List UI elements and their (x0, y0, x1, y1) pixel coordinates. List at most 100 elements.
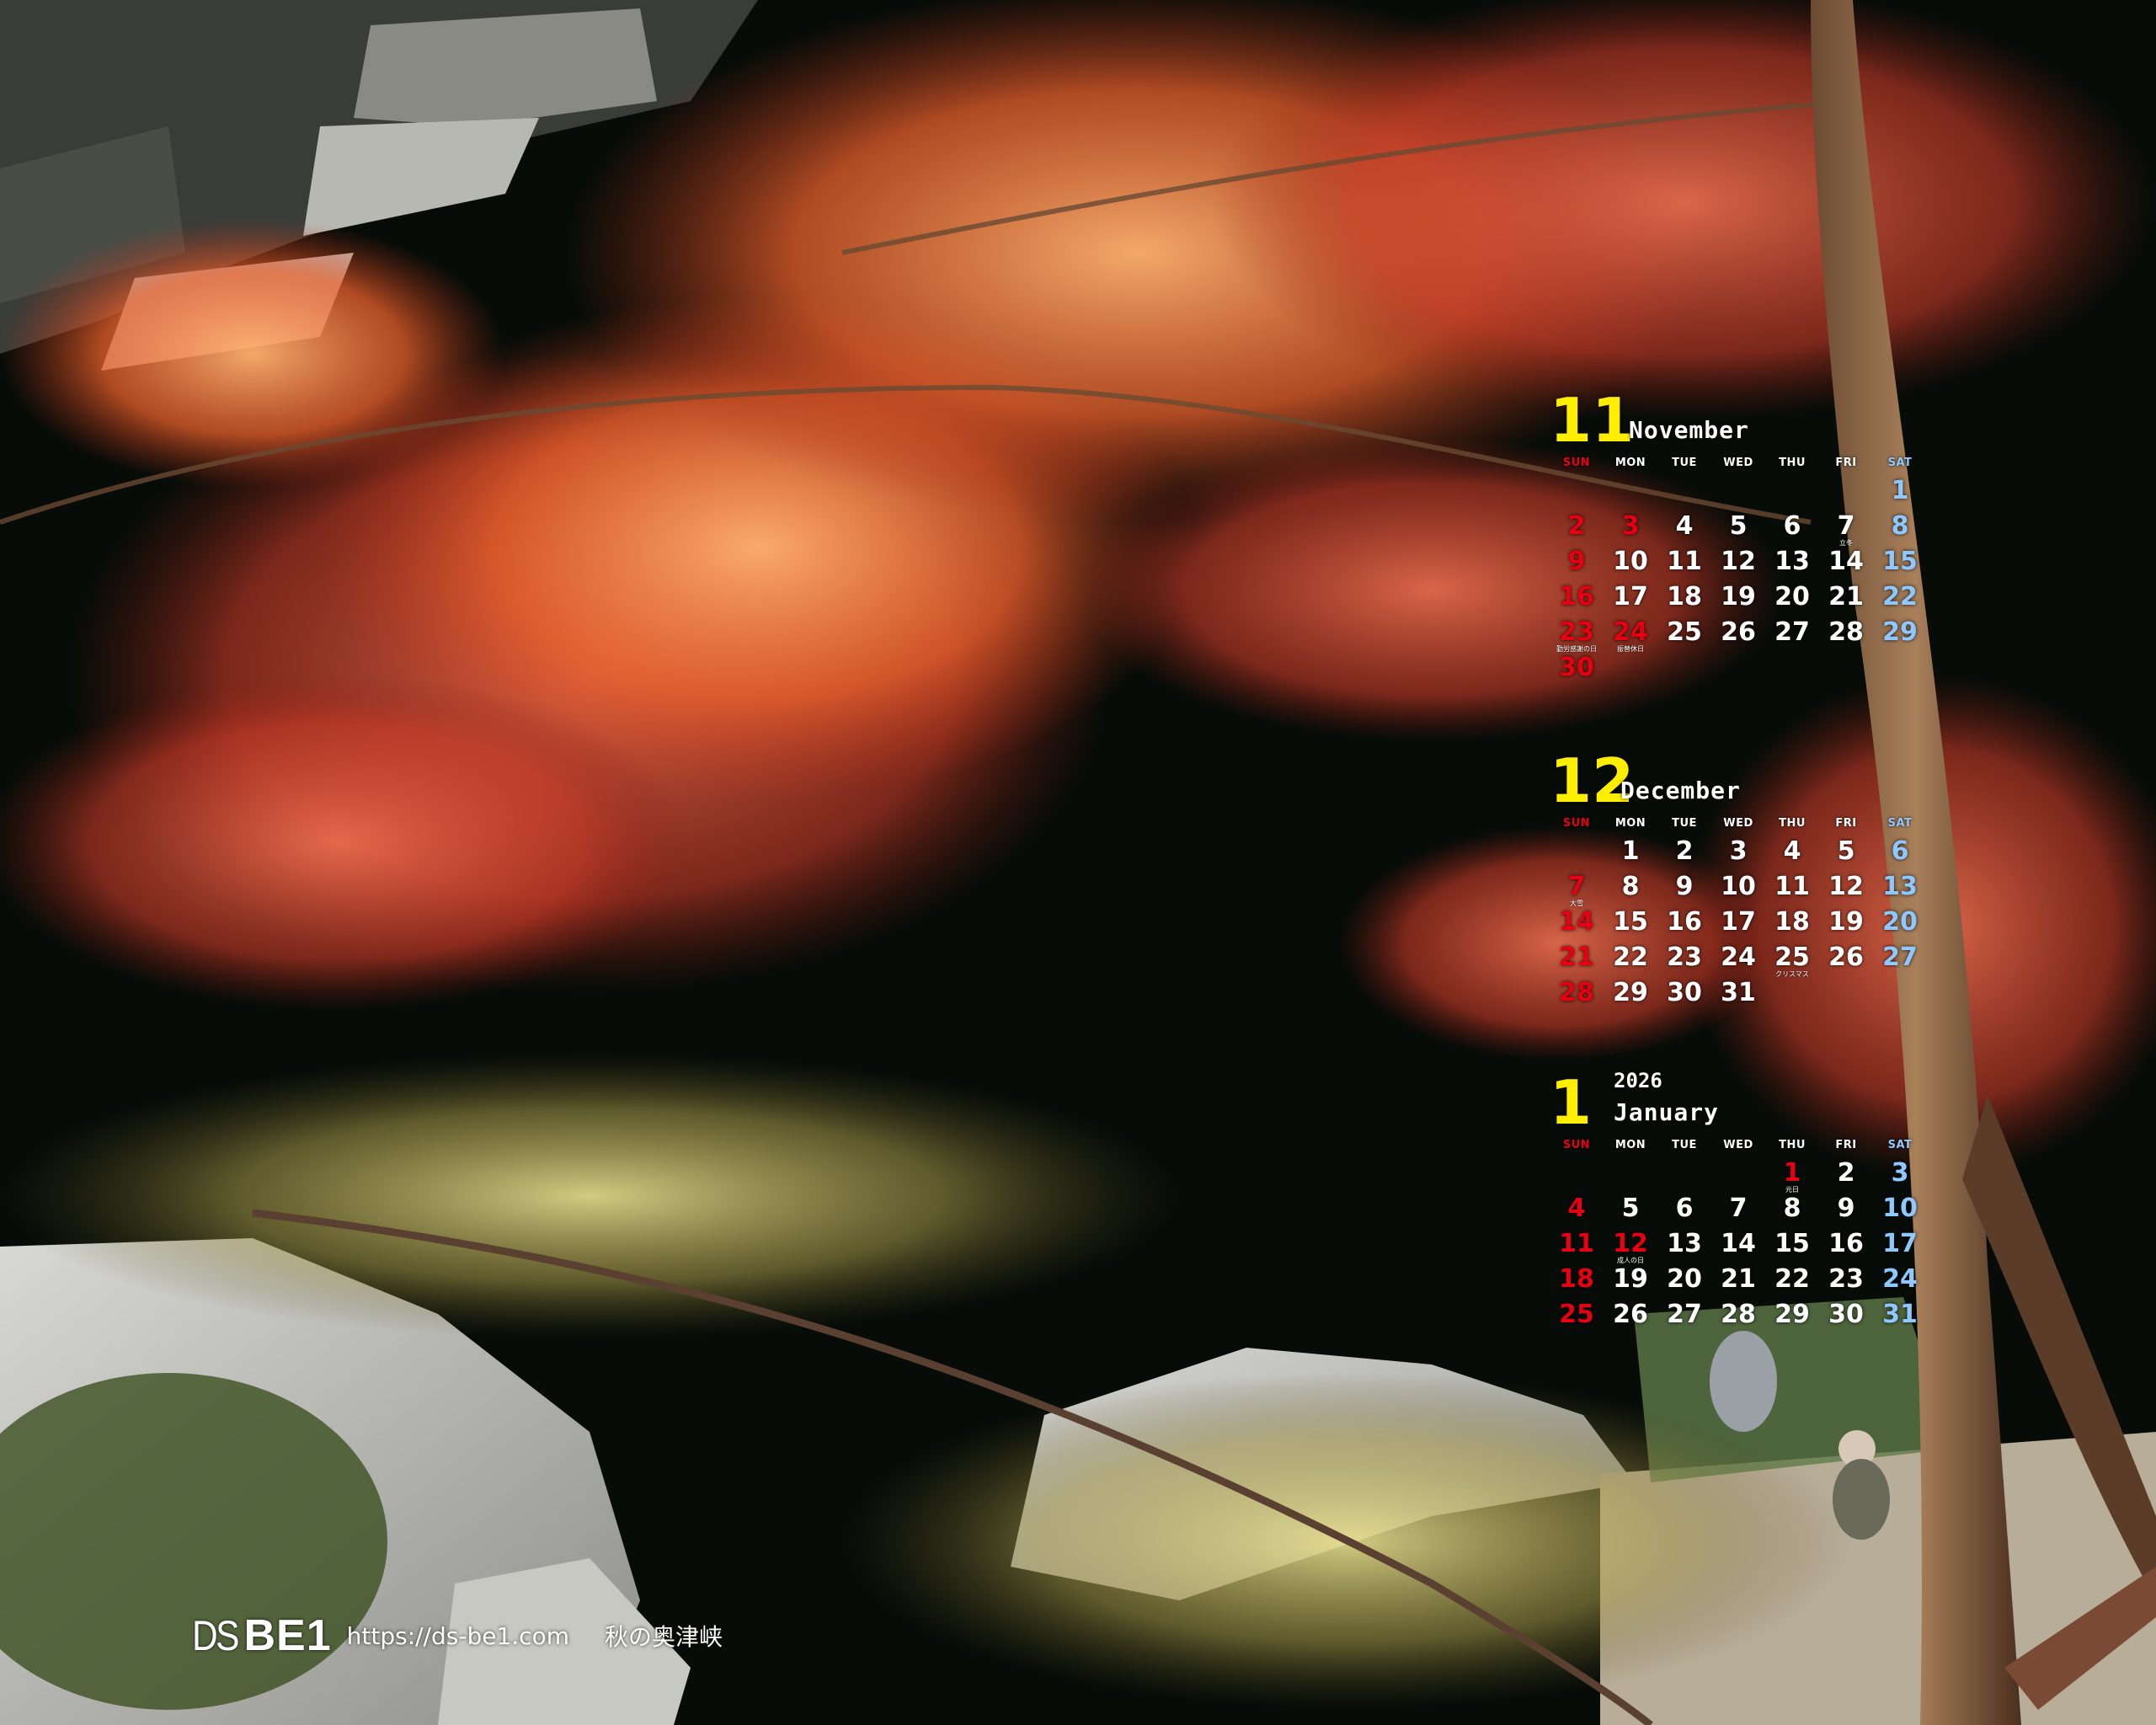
calendar-day: 18 (1559, 1264, 1594, 1294)
weekday-label: SAT (1887, 457, 1913, 469)
weekday-label: FRI (1835, 1139, 1857, 1151)
calendar-day: 21 (1559, 943, 1594, 972)
calendar-day: 25 クリスマス (1765, 943, 1819, 978)
calendar-day: 27 (1882, 943, 1918, 972)
calendar-day: 15 (1774, 1229, 1810, 1258)
day-note: 立冬 (1839, 539, 1853, 547)
calendar-day: 6 (1675, 1194, 1694, 1223)
calendar-day: 30 (1667, 978, 1702, 1007)
calendar-day: 19 (1828, 907, 1864, 937)
calendar-day: 9 (1837, 1194, 1855, 1223)
day-note: 元日 (1785, 1186, 1799, 1194)
day-note: 勤労感謝の日 (1556, 645, 1597, 653)
empty-day (1550, 1158, 1604, 1194)
calendar-day: 15 (1613, 907, 1648, 937)
calendar-day: 10 (1721, 872, 1756, 901)
empty-day (1819, 476, 1873, 511)
weekday-label: FRI (1835, 817, 1857, 830)
weekday-label: TUE (1672, 457, 1697, 469)
month-name: December (1620, 777, 1741, 804)
site-url: https://ds-be1.com (346, 1621, 569, 1650)
calendar-day: 7 立冬 (1819, 511, 1873, 547)
empty-day (1604, 1158, 1657, 1194)
weekday-label: TUE (1672, 1139, 1697, 1151)
month-name: November (1629, 416, 1749, 444)
calendar-day: 3 (1621, 511, 1640, 541)
calendar-day: 29 (1882, 617, 1918, 647)
brand-be1: BE1 (243, 1611, 332, 1660)
calendar-day: 19 (1721, 582, 1756, 611)
calendar-day: 7 大雪 (1550, 872, 1604, 907)
weekday-label: MON (1614, 1139, 1646, 1151)
calendar-day: 24 振替休日 (1604, 617, 1657, 653)
calendar-day: 11 (1667, 547, 1702, 576)
day-note: 成人の日 (1617, 1257, 1644, 1264)
empty-day (1657, 476, 1711, 511)
calendar-day: 4 (1675, 511, 1694, 541)
day-note: 大雪 (1570, 900, 1583, 907)
calendar-day: 30 (1828, 1300, 1864, 1329)
calendar-day: 8 (1783, 1194, 1801, 1223)
calendar-day: 21 (1721, 1264, 1756, 1294)
calendar-november: 11 November SUN MON TUE WED THU FRI SAT 1 2 3 4 5 6 7… (1550, 371, 1920, 688)
calendar-day: 12 (1828, 872, 1864, 901)
empty-day (1550, 836, 1604, 872)
calendar-day: 31 (1721, 978, 1756, 1007)
weekday-label: WED (1723, 457, 1753, 469)
calendar-day: 23 勤労感謝の日 (1550, 617, 1604, 653)
weekday-label: THU (1779, 817, 1806, 830)
calendar-day: 28 (1559, 978, 1594, 1007)
calendar-day: 4 (1567, 1194, 1586, 1223)
calendar-grid: SUN MON TUE WED THU FRI SAT 1 2 3 4 5 6 7 大雪 8 9 10 11 12 13… (1550, 811, 1920, 1013)
calendar-day: 11 (1559, 1229, 1594, 1258)
calendar-day: 1 元日 (1765, 1158, 1819, 1194)
calendar-day: 29 (1613, 978, 1648, 1007)
calendar-day: 26 (1828, 943, 1864, 972)
calendar-day: 11 (1774, 872, 1810, 901)
brand-ds: DS (192, 1612, 240, 1659)
calendar-day: 9 (1675, 872, 1694, 901)
calendar-header: 1 2026 January (1550, 1053, 1920, 1133)
empty-day (1711, 1158, 1765, 1194)
weekday-label: TUE (1672, 817, 1697, 830)
calendar-day: 14 (1559, 907, 1594, 937)
calendar-day: 5 (1621, 1194, 1640, 1223)
weekday-label: WED (1723, 817, 1753, 830)
calendar-day: 22 (1613, 943, 1648, 972)
calendar-day: 20 (1774, 582, 1810, 611)
calendar-day: 19 (1613, 1264, 1648, 1294)
calendar-day: 5 (1729, 511, 1748, 541)
calendar-day: 12 成人の日 (1604, 1229, 1657, 1264)
calendar-day: 18 (1774, 907, 1810, 937)
empty-day (1550, 476, 1604, 511)
credit-line: DS BE1 https://ds-be1.com 秋の奥津峡 (192, 1610, 723, 1661)
calendar-day: 27 (1667, 1300, 1702, 1329)
calendar-day: 26 (1613, 1300, 1648, 1329)
calendar-day: 14 (1828, 547, 1864, 576)
calendar-header: 12 December (1550, 731, 1920, 811)
weekday-label: THU (1779, 457, 1806, 469)
calendar-day: 22 (1774, 1264, 1810, 1294)
calendar-day: 16 (1559, 582, 1594, 611)
calendar-december: 12 December SUN MON TUE WED THU FRI SAT 1 2 3 4 5 6 7… (1550, 731, 1920, 1013)
month-number: 11 (1550, 385, 1635, 456)
empty-day (1765, 476, 1819, 511)
calendar-day: 31 (1882, 1300, 1918, 1329)
calendar-day: 16 (1828, 1229, 1864, 1258)
calendar-day: 2 (1837, 1158, 1855, 1188)
weekday-label: SAT (1887, 1139, 1913, 1151)
calendar-day: 13 (1667, 1229, 1702, 1258)
calendar-january: 1 2026 January SUN MON TUE WED THU FRI SAT 1 元日 2… (1550, 1053, 1920, 1335)
day-note: 振替休日 (1617, 645, 1644, 653)
calendar-day: 2 (1675, 836, 1694, 866)
calendar-day: 8 (1621, 872, 1640, 901)
calendar-day: 14 (1721, 1229, 1756, 1258)
calendar-day: 21 (1828, 582, 1864, 611)
calendar-day: 20 (1667, 1264, 1702, 1294)
month-number: 1 (1550, 1067, 1593, 1138)
calendar-day: 3 (1729, 836, 1748, 866)
calendar-day: 1 (1891, 476, 1909, 505)
weekday-label: THU (1779, 1139, 1806, 1151)
weekday-label: SAT (1887, 817, 1913, 830)
calendar-day: 23 (1828, 1264, 1864, 1294)
